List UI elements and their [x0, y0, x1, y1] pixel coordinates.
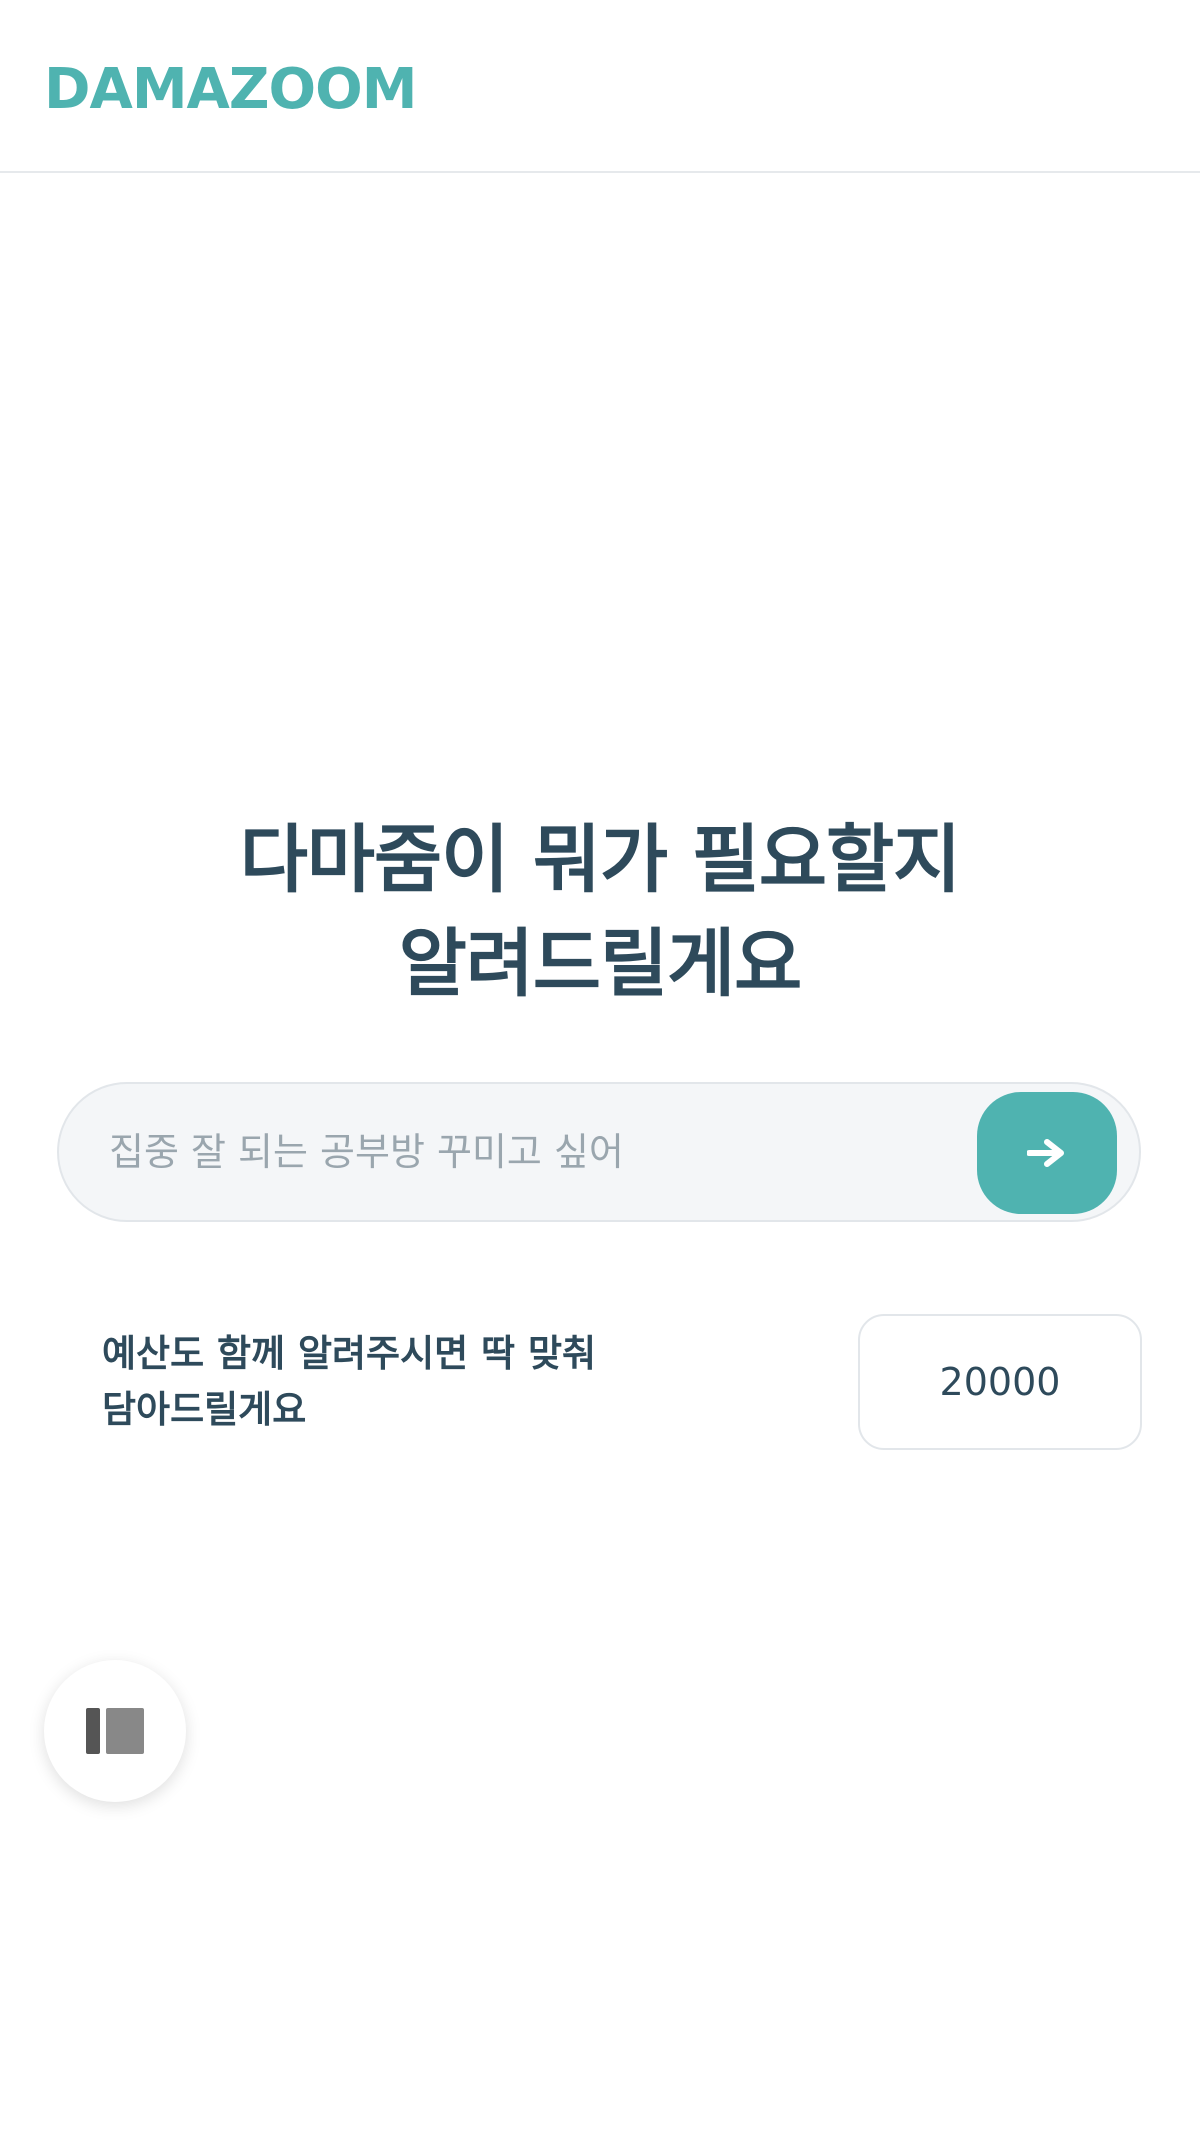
brand-logo[interactable]: DAMAZOOM [44, 54, 417, 126]
submit-button[interactable] [977, 1092, 1117, 1214]
budget-input[interactable] [858, 1314, 1142, 1450]
budget-label-line-2: 담아드릴게요 [102, 1388, 307, 1431]
sidebar-toggle-icon [86, 1708, 144, 1754]
sidebar-toggle-button[interactable] [44, 1660, 186, 1802]
app-header: DAMAZOOM [0, 0, 1200, 173]
hero-title: 다마줌이 뭐가 필요할지 알려드릴게요 [100, 808, 1100, 1016]
arrow-right-icon [1027, 1139, 1064, 1167]
hero-title-line-1: 다마줌이 뭐가 필요할지 [239, 817, 961, 903]
search-box [57, 1082, 1141, 1222]
search-input[interactable] [109, 1084, 969, 1220]
hero-title-line-2: 알려드릴게요 [398, 921, 802, 1007]
page: DAMAZOOM 다마줌이 뭐가 필요할지 알려드릴게요 예산도 함께 알려주시… [0, 0, 1200, 2133]
budget-label: 예산도 함께 알려주시면 딱 맞춰 담아드릴게요 [102, 1326, 662, 1438]
budget-label-line-1: 예산도 함께 알려주시면 딱 맞춰 [102, 1332, 597, 1375]
